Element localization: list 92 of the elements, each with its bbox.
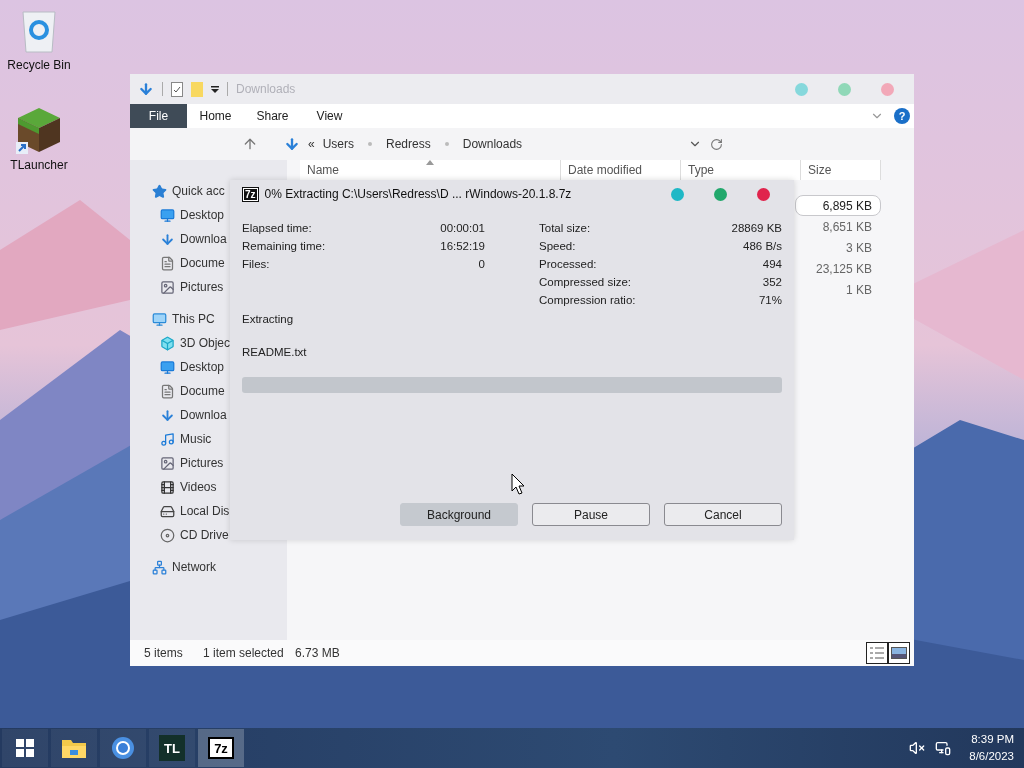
stat-value: 486 B/s — [742, 240, 782, 252]
stat-value: 28869 KB — [731, 222, 782, 234]
film-icon — [160, 479, 175, 495]
nav-item[interactable]: Network — [130, 555, 287, 579]
size-cell[interactable]: 23,125 KB — [795, 258, 881, 279]
browser-icon — [111, 736, 135, 760]
down-arrow-icon[interactable] — [138, 81, 154, 97]
stat-label: Files: — [242, 258, 271, 270]
column-header[interactable]: Name — [300, 160, 561, 180]
stat-label: Elapsed time: — [242, 222, 313, 234]
app-tile: TL — [159, 735, 185, 761]
ribbon-tab[interactable]: File — [130, 104, 187, 128]
music-note-icon — [160, 431, 175, 447]
stat-value: 352 — [761, 276, 782, 288]
stat-value: 71% — [757, 294, 782, 306]
stat-label: Processed: — [539, 258, 598, 270]
down-arrow-icon — [160, 231, 175, 247]
image-icon — [160, 279, 175, 295]
close-button[interactable] — [757, 187, 770, 201]
dialog-button[interactable]: Cancel — [664, 503, 782, 526]
down-arrow-icon — [160, 407, 175, 423]
back-mark[interactable]: « — [308, 137, 315, 151]
checklist-icon[interactable] — [171, 81, 183, 97]
maximize-button[interactable] — [714, 187, 727, 201]
size-cell[interactable]: 1 KB — [795, 279, 881, 300]
disc-icon — [160, 527, 175, 543]
recycle-bin-icon — [19, 8, 59, 54]
breadcrumb-item[interactable]: Users — [322, 137, 355, 151]
dialog-button[interactable]: Background — [400, 503, 518, 526]
taskbar-button[interactable]: TL — [149, 729, 195, 767]
taskbar-button[interactable] — [51, 729, 97, 767]
dialog-title: 0% Extracting C:\Users\Redress\D ... rWindows-20.1.8.7z — [264, 187, 572, 201]
stat-value: 0 — [477, 258, 485, 270]
ribbon-tab[interactable]: Share — [244, 104, 301, 128]
drive-icon — [160, 503, 175, 519]
desktop-shortcut[interactable]: Recycle Bin — [2, 8, 76, 72]
stat-label: Compression ratio: — [539, 294, 637, 306]
image-icon — [891, 647, 907, 659]
help-icon[interactable]: ? — [894, 108, 910, 124]
stat-value: 494 — [761, 258, 782, 270]
ribbon-tab[interactable]: View — [301, 104, 358, 128]
file-name: README.txt — [242, 345, 308, 360]
app-badge: 7z — [242, 186, 259, 202]
breadcrumb-item[interactable]: Redress — [386, 137, 431, 151]
document-icon — [160, 383, 175, 399]
column-header[interactable]: Size — [801, 160, 881, 180]
network-icon — [152, 559, 167, 575]
nav-item[interactable]: CD Drive — [130, 523, 287, 547]
details-view-button[interactable] — [866, 642, 888, 664]
cube-icon — [160, 335, 175, 351]
folder-icon — [62, 738, 86, 758]
column-header[interactable]: Date modified — [561, 160, 681, 180]
stat-label: Compressed size: — [539, 276, 633, 288]
image-icon — [160, 455, 175, 471]
monitor-icon — [160, 359, 175, 375]
network-icon[interactable] — [935, 740, 952, 756]
stat-value: 00:00:01 — [440, 222, 485, 234]
dialog-button[interactable]: Pause — [532, 503, 650, 526]
taskbar-button[interactable] — [100, 729, 146, 767]
column-header[interactable]: Type — [681, 160, 801, 180]
status-text: Extracting — [242, 312, 295, 327]
selection-size: 6.73 MB — [295, 646, 341, 660]
size-cell[interactable]: 6,895 KB — [795, 195, 881, 216]
windows-icon — [16, 739, 34, 757]
star-icon — [152, 183, 167, 199]
breadcrumb-item[interactable]: Downloads — [462, 137, 523, 151]
mouse-pointer-icon — [511, 473, 525, 495]
monitor-icon — [160, 207, 175, 223]
sort-arrow-icon — [426, 160, 434, 165]
taskbar-button[interactable] — [2, 729, 48, 767]
stat-label: Remaining time: — [242, 240, 327, 252]
item-count: 5 items — [144, 646, 184, 660]
muted-speaker-icon[interactable] — [909, 740, 926, 756]
ribbon-tab[interactable]: Home — [187, 104, 244, 128]
list-icon — [869, 646, 885, 660]
size-cell[interactable]: 3 KB — [795, 237, 881, 258]
grass-block-icon — [16, 106, 62, 154]
refresh-icon[interactable] — [710, 137, 724, 151]
stat-value: 16:52:19 — [440, 240, 485, 252]
taskbar-button[interactable]: 7z — [198, 729, 244, 767]
window-title: Downloads — [236, 82, 296, 96]
stat-label: Total size: — [539, 222, 592, 234]
size-cell[interactable]: 8,651 KB — [795, 216, 881, 237]
stat-label: Speed: — [539, 240, 577, 252]
selection-info: 1 item selected — [203, 646, 285, 660]
desktop-shortcut[interactable]: TLauncher — [2, 106, 76, 172]
clock[interactable]: 8:39 PM 8/6/2023 — [969, 731, 1014, 765]
caret-icon[interactable] — [211, 85, 219, 93]
monitor-icon — [152, 311, 167, 327]
large-icons-button[interactable] — [888, 642, 910, 664]
document-icon — [160, 255, 175, 271]
app-badge: 7z — [208, 737, 234, 759]
